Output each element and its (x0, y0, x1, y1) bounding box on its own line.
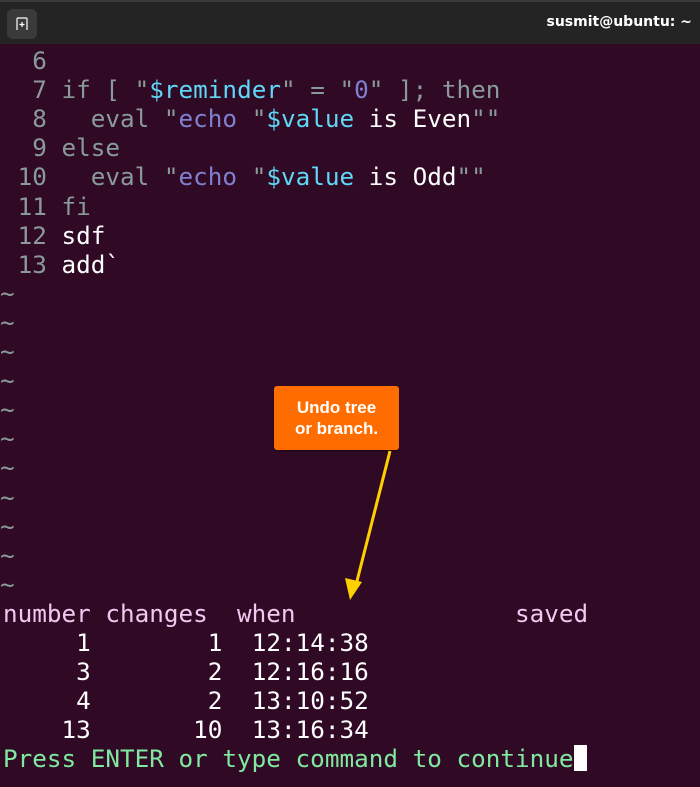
annotation-arrow (345, 450, 392, 600)
arrow-shaft (354, 450, 392, 586)
arrow-head (345, 578, 362, 600)
